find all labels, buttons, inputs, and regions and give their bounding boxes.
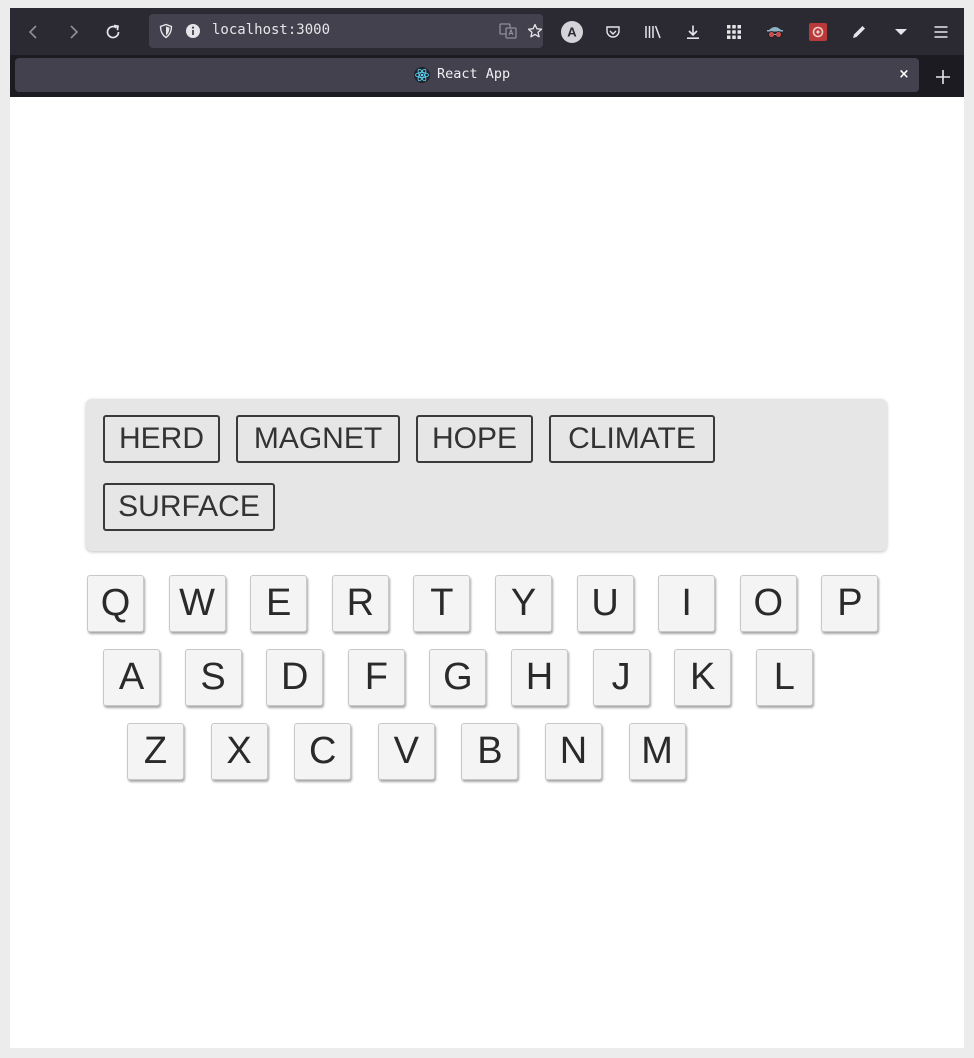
react-logo-icon	[414, 67, 430, 83]
page-content: HERD MAGNET HOPE CLIMATE SURFACE QWERTYU…	[10, 97, 964, 1048]
back-arrow-icon	[26, 24, 42, 40]
keyboard-key[interactable]: C	[294, 723, 352, 780]
keyboard-key[interactable]: T	[413, 575, 471, 632]
menu-button[interactable]	[928, 19, 954, 45]
keyboard-key[interactable]: Y	[495, 575, 552, 632]
account-button[interactable]: A	[559, 19, 585, 45]
keyboard-key[interactable]: F	[347, 649, 405, 706]
downloads-button[interactable]	[680, 19, 706, 45]
keyboard-key[interactable]: U	[576, 575, 634, 632]
reload-button[interactable]	[100, 19, 126, 45]
found-words-panel: HERD MAGNET HOPE CLIMATE SURFACE	[86, 399, 887, 551]
svg-text:A: A	[567, 25, 577, 40]
reload-icon	[104, 23, 122, 41]
browser-toolbar: localhost:3000 A	[10, 8, 964, 55]
translate-icon[interactable]	[499, 23, 517, 39]
browser-window: localhost:3000 A React App × HERD MAGNET…	[10, 8, 964, 1048]
keyboard-key[interactable]: N	[545, 723, 602, 780]
tab-title: React App	[437, 66, 511, 82]
forward-button[interactable]	[60, 19, 86, 45]
found-word[interactable]: HERD	[103, 415, 220, 463]
pocket-icon	[605, 24, 621, 40]
plus-icon	[932, 70, 954, 92]
account-avatar-icon: A	[560, 20, 584, 44]
keyboard-key[interactable]: L	[755, 649, 813, 706]
keyboard-key[interactable]: X	[210, 723, 268, 780]
library-button[interactable]	[640, 19, 666, 45]
edit-button[interactable]	[846, 19, 872, 45]
keyboard-key[interactable]: Z	[127, 723, 184, 780]
forward-arrow-icon	[65, 24, 81, 40]
incognito-glasses-icon	[765, 23, 785, 41]
found-word[interactable]: MAGNET	[236, 415, 400, 463]
site-info-icon[interactable]	[185, 23, 201, 39]
url-text: localhost:3000	[212, 22, 331, 38]
keyboard-key[interactable]: E	[250, 575, 308, 632]
library-icon	[644, 24, 662, 40]
download-icon	[685, 24, 701, 40]
pocket-button[interactable]	[600, 19, 626, 45]
keyboard-key[interactable]: V	[377, 723, 435, 780]
keyboard-key[interactable]: A	[103, 649, 160, 706]
keyboard-key[interactable]: B	[461, 723, 519, 780]
grid-icon	[726, 24, 742, 40]
keyboard-key[interactable]: G	[429, 649, 487, 706]
found-word[interactable]: CLIMATE	[549, 415, 715, 463]
overflow-dropdown-button[interactable]	[888, 19, 914, 45]
apps-grid-button[interactable]	[721, 19, 747, 45]
keyboard-key[interactable]: I	[658, 575, 716, 632]
chevron-down-icon	[894, 27, 908, 37]
pencil-icon	[851, 24, 867, 40]
keyboard-key[interactable]: H	[511, 649, 568, 706]
tab-close-button[interactable]: ×	[895, 66, 913, 84]
keyboard-key[interactable]: J	[592, 649, 650, 706]
found-word[interactable]: SURFACE	[103, 483, 275, 531]
keyboard-key[interactable]: Q	[87, 575, 144, 632]
new-tab-button[interactable]	[932, 66, 954, 88]
extension-badge-icon	[809, 23, 827, 41]
keyboard-key[interactable]: P	[821, 575, 879, 632]
extension-button-2[interactable]	[805, 19, 831, 45]
back-button[interactable]	[21, 19, 47, 45]
extension-button-1[interactable]	[762, 19, 788, 45]
keyboard-key[interactable]: M	[628, 723, 686, 780]
tab-react-app[interactable]: React App ×	[15, 58, 919, 92]
keyboard-key[interactable]: O	[739, 575, 797, 632]
tracking-shield-icon[interactable]	[158, 23, 174, 39]
found-word[interactable]: HOPE	[416, 415, 533, 463]
keyboard-key[interactable]: D	[266, 649, 324, 706]
keyboard-key[interactable]: R	[331, 575, 389, 632]
keyboard-key[interactable]: K	[674, 649, 732, 706]
keyboard-key[interactable]: W	[168, 575, 226, 632]
address-bar[interactable]: localhost:3000	[149, 14, 543, 48]
tab-strip: React App ×	[10, 55, 964, 97]
hamburger-menu-icon	[933, 24, 949, 40]
keyboard-key[interactable]: S	[184, 649, 242, 706]
bookmark-star-icon[interactable]	[527, 23, 543, 39]
